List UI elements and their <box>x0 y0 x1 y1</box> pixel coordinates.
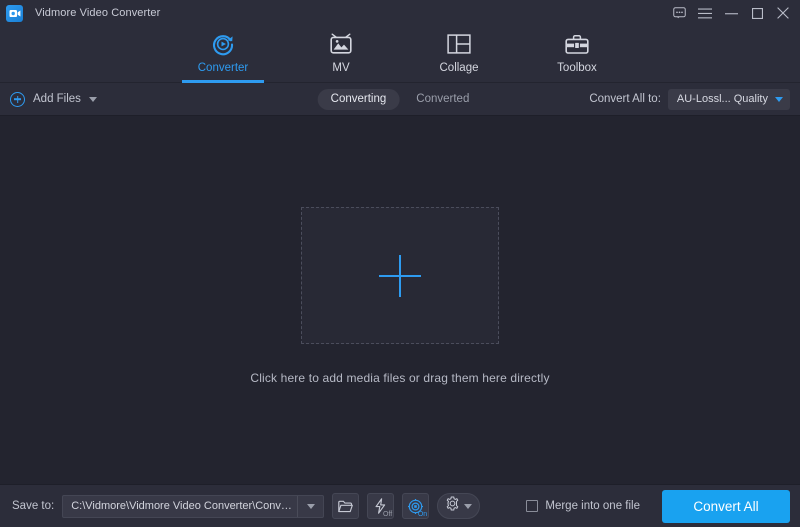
tab-mv[interactable]: MV <box>300 26 382 83</box>
merge-label: Merge into one file <box>545 500 640 512</box>
nav-tabs: Converter MV Collage Toolbox <box>182 26 618 83</box>
settings-button[interactable] <box>437 493 481 519</box>
app-window: Vidmore Video Converter Converter MV Col… <box>0 0 800 527</box>
plus-circle-icon <box>10 91 25 107</box>
bottom-bar: Save to: C:\Vidmore\Vidmore Video Conver… <box>0 484 800 527</box>
convert-all-button[interactable]: Convert All <box>662 489 790 523</box>
gpu-acceleration-state: On <box>417 511 428 518</box>
segment-converting[interactable]: Converting <box>317 88 400 110</box>
converter-icon <box>210 31 236 57</box>
save-path-value: C:\Vidmore\Vidmore Video Converter\Conve… <box>71 500 298 512</box>
tab-collage-label: Collage <box>439 62 479 74</box>
hardware-acceleration-toggle[interactable]: Off <box>367 493 395 519</box>
chevron-down-icon <box>775 96 783 102</box>
main-content: Click here to add media files or drag th… <box>0 116 800 484</box>
merge-into-one-file-toggle[interactable]: Merge into one file <box>526 500 640 512</box>
tab-toolbox[interactable]: Toolbox <box>536 26 618 83</box>
chevron-down-icon[interactable] <box>88 96 97 102</box>
merge-checkbox[interactable] <box>526 500 539 512</box>
feedback-icon[interactable] <box>666 0 692 26</box>
plus-icon <box>379 255 421 297</box>
output-format-value: AU-Lossl... Quality <box>676 93 768 105</box>
tab-toolbox-label: Toolbox <box>557 62 597 74</box>
output-format-select[interactable]: AU-Lossl... Quality <box>667 88 790 110</box>
drop-zone-hint: Click here to add media files or drag th… <box>250 371 550 385</box>
gear-icon <box>445 496 460 516</box>
video-camera-icon <box>6 4 23 22</box>
add-files-label: Add Files <box>33 93 81 105</box>
save-path-input[interactable]: C:\Vidmore\Vidmore Video Converter\Conve… <box>62 494 325 518</box>
maximize-icon[interactable] <box>744 0 770 26</box>
mv-icon <box>328 31 354 57</box>
close-icon[interactable] <box>770 0 800 26</box>
tab-converter-label: Converter <box>197 62 249 74</box>
convert-all-to-label: Convert All to: <box>589 93 661 105</box>
minimize-icon[interactable] <box>718 0 744 26</box>
tab-mv-label: MV <box>332 62 350 74</box>
main-nav: Converter MV Collage Toolbox <box>0 26 800 83</box>
open-output-folder-button[interactable] <box>332 493 360 519</box>
file-drop-zone[interactable] <box>301 207 499 344</box>
window-controls <box>666 0 800 26</box>
hamburger-menu-icon[interactable] <box>692 0 718 26</box>
chevron-down-icon <box>464 503 473 509</box>
gpu-acceleration-toggle[interactable]: On <box>402 493 430 519</box>
chevron-down-icon[interactable] <box>297 495 323 517</box>
add-files-button[interactable]: Add Files <box>10 91 97 107</box>
hardware-acceleration-state: Off <box>382 511 393 518</box>
window-title: Vidmore Video Converter <box>35 7 161 19</box>
status-filter-segmented: Converting Converted <box>317 88 483 110</box>
save-to-label: Save to: <box>12 500 55 512</box>
collage-icon <box>446 31 472 57</box>
tab-converter[interactable]: Converter <box>182 26 264 83</box>
tab-collage[interactable]: Collage <box>418 26 500 83</box>
segment-converted[interactable]: Converted <box>403 89 482 110</box>
title-bar: Vidmore Video Converter <box>0 0 800 26</box>
convert-all-to-group: Convert All to: AU-Lossl... Quality <box>589 88 790 110</box>
converter-toolbar: Add Files Converting Converted Convert A… <box>0 83 800 116</box>
toolbox-icon <box>564 31 590 57</box>
